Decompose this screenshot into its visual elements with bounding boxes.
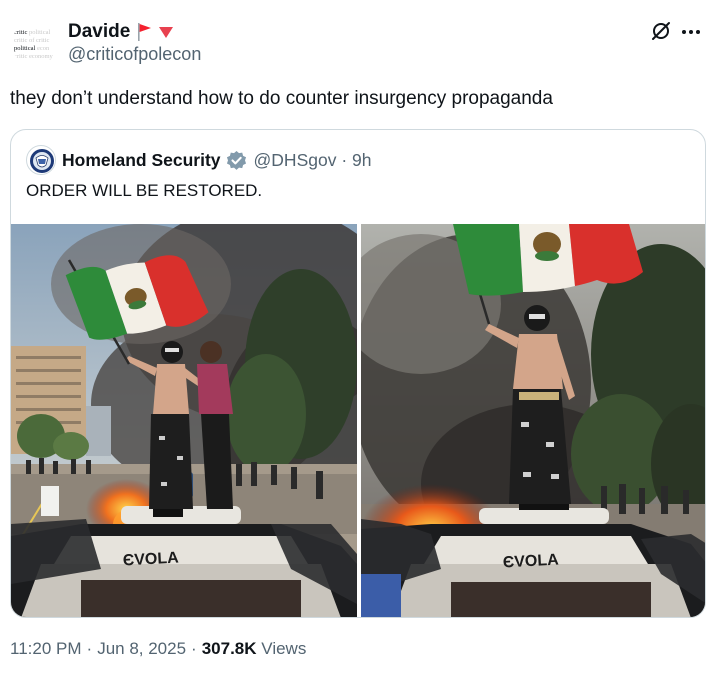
- quote-handle-text[interactable]: @DHSgov: [254, 150, 337, 170]
- avatar-text: econ: [36, 45, 50, 52]
- tweet-date[interactable]: Jun 8, 2025: [97, 639, 186, 659]
- quote-text: ORDER WILL BE RESTORED.: [26, 181, 263, 200]
- avatar-text: political: [14, 45, 37, 52]
- tweet-text: they don’t understand how to do counter …: [10, 88, 553, 109]
- views-label: Views: [261, 639, 307, 658]
- quote-photo-1[interactable]: ЄVOLA: [11, 224, 357, 617]
- grok-icon[interactable]: [650, 20, 672, 42]
- tweet-meta: 11:20 PM · Jun 8, 2025 · 307.8K Views: [10, 639, 306, 659]
- verified-badge-icon: [226, 150, 247, 171]
- red-flag-icon: [136, 22, 152, 42]
- meta-separator: ·: [86, 639, 93, 658]
- quote-name-row: Homeland Security @DHSgov · 9h: [62, 148, 372, 172]
- tweet-header: critic political critic of critic politi…: [10, 16, 706, 72]
- avatar-text: critic: [14, 29, 29, 36]
- avatar-text: critic economy: [14, 53, 53, 60]
- tweet-time[interactable]: 11:20 PM: [10, 639, 82, 659]
- car-graffiti-text: ЄVOLA: [122, 550, 179, 570]
- quote-time[interactable]: 9h: [352, 150, 371, 170]
- quote-photo-2[interactable]: ЄVOLA: [361, 224, 705, 617]
- author-avatar[interactable]: critic political critic of critic politi…: [12, 20, 60, 68]
- quote-separator: ·: [341, 149, 348, 170]
- views[interactable]: 307.8K Views: [202, 639, 307, 659]
- car-graffiti-text: ЄVOLA: [502, 552, 559, 572]
- meta-separator: ·: [191, 639, 197, 658]
- red-triangle-icon: [158, 24, 174, 40]
- author-display-name[interactable]: Davide: [68, 21, 130, 43]
- views-count: 307.8K: [201, 639, 257, 658]
- quoted-tweet-card[interactable]: Homeland Security @DHSgov · 9h ORDER WIL…: [10, 129, 706, 618]
- avatar-text: critic of critic: [14, 37, 50, 44]
- quote-handle: @DHSgov · 9h: [254, 150, 372, 171]
- quote-display-name[interactable]: Homeland Security: [62, 150, 221, 171]
- author-handle[interactable]: @criticofpolecon: [68, 44, 201, 65]
- dhs-seal-icon[interactable]: [26, 145, 56, 175]
- avatar-text: political: [28, 29, 51, 36]
- more-icon[interactable]: [680, 22, 702, 42]
- author-name-row: Davide: [68, 20, 174, 44]
